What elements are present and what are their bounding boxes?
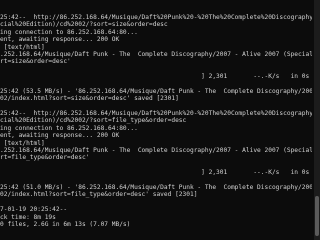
- terminal-line: 25:42-- http://86.252.168.64/Musique/Daf…: [0, 14, 312, 21]
- terminal-window[interactable]: 25:42-- http://86.252.168.64/Musique/Daf…: [0, 0, 320, 240]
- terminal-scrollbar[interactable]: [314, 0, 320, 240]
- terminal-line: 02/index.html?sort=file_type&order=desc'…: [0, 191, 198, 199]
- terminal-line: ck time: 8m 19s: [0, 213, 56, 221]
- terminal-line: 25:42-- http://86.252.168.64/Musique/Daf…: [0, 110, 312, 118]
- terminal-line: 25:42 (51.0 MB/s) - '86.252.168.64/Musiq…: [0, 183, 312, 191]
- terminal-line: 25:42 (53.5 MB/s) - '86.252.168.64/Musiq…: [0, 87, 312, 95]
- terminal-line: ent, awaiting response... 200 OK: [0, 132, 120, 140]
- terminal-line: ent, awaiting response... 200 OK: [0, 36, 120, 44]
- terminal-line: rt=size&order=desc': [0, 58, 71, 66]
- scrollbar-thumb[interactable]: [315, 196, 319, 236]
- terminal-line: .252.168.64/Musique/Daft Punk - The Comp…: [0, 147, 312, 155]
- terminal-line: .252.168.64/Musique/Daft Punk - The Comp…: [0, 50, 312, 58]
- terminal-line: ing connection to 86.252.168.64:80...: [0, 28, 138, 36]
- terminal-line: ] 2,301 --.-K/s in 0s: [0, 73, 310, 81]
- terminal-line: 02/index.html?sort=size&order=desc' save…: [0, 95, 179, 103]
- terminal-line: cial%20Edition)/cd%2002/?sort=file_type&…: [0, 117, 187, 125]
- terminal-line: rt=file_type&order=desc': [0, 154, 90, 162]
- terminal-line: ing connection to 86.252.168.64:80...: [0, 124, 138, 132]
- terminal-line: 0 files, 2.6G in 6m 13s (7.07 MB/s): [0, 220, 131, 228]
- terminal-line: cial%20Edition)/cd%2002/?sort=size&order…: [0, 21, 168, 29]
- terminal-line: [text/html]: [0, 43, 45, 51]
- terminal-line: [text/html]: [0, 139, 45, 147]
- terminal-line: 7-01-19 20:25:42--: [0, 206, 68, 214]
- terminal-line: ] 2,301 --.-K/s in 0s: [0, 169, 310, 177]
